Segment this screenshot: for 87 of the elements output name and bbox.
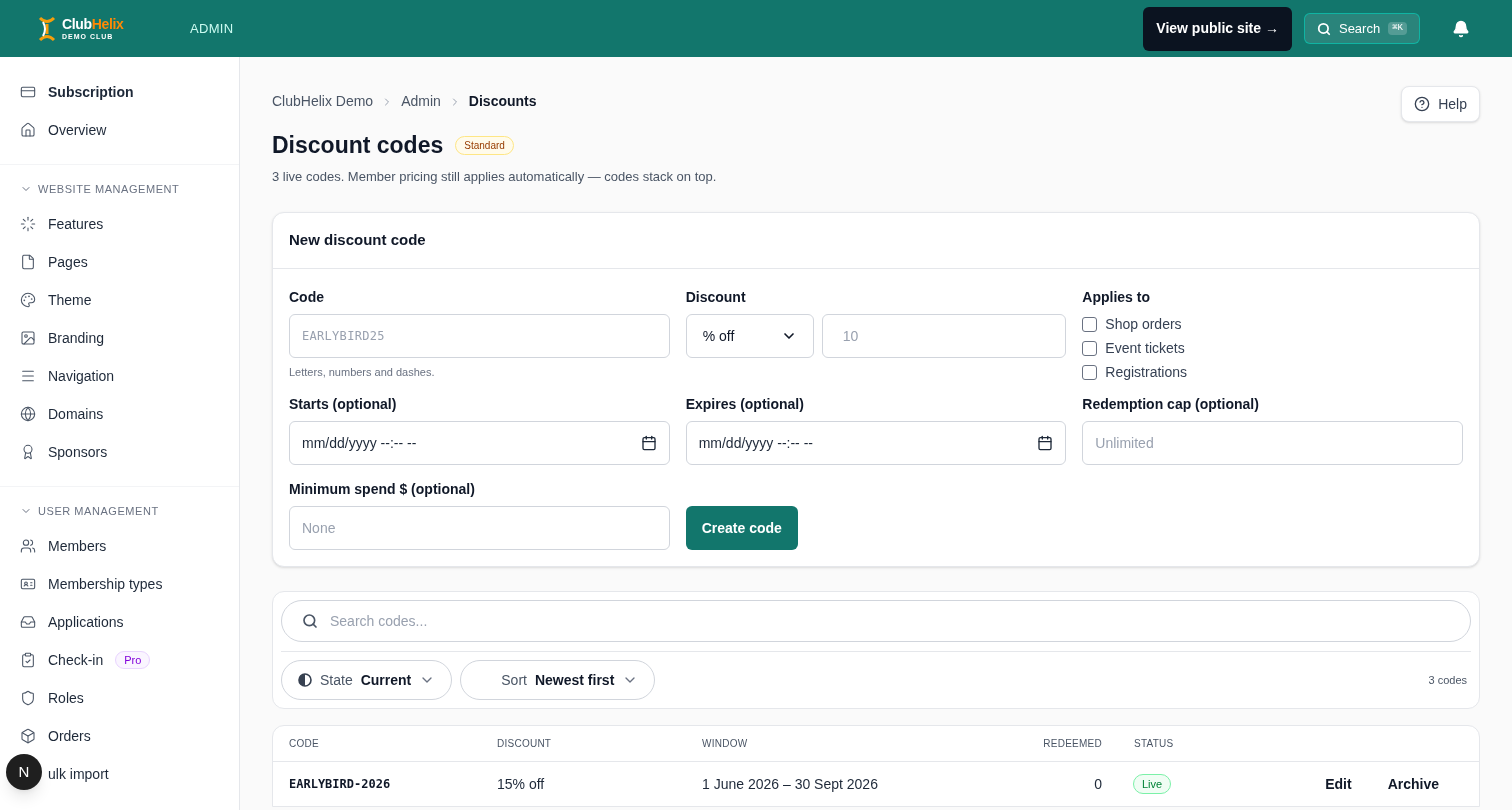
sidebar-item[interactable]: Membership types <box>48 573 163 595</box>
table-cell-text: 1 June 2026 – 30 Sept 2026 <box>702 774 879 794</box>
search-icon <box>1316 21 1331 36</box>
palette-icon <box>20 292 36 308</box>
column-header: REDEEMED <box>1042 737 1102 751</box>
calendar-icon[interactable] <box>1037 435 1054 451</box>
users-icon <box>20 538 36 554</box>
breadcrumb-link[interactable]: Discounts <box>468 91 537 112</box>
result-count: 3 codes <box>1428 672 1468 688</box>
checkbox[interactable] <box>1082 364 1098 380</box>
sidebar-item[interactable]: Navigation <box>48 365 115 387</box>
field-label: Applies to <box>1082 288 1151 307</box>
sidebar-item[interactable]: Domains <box>48 403 104 425</box>
logo-icon <box>38 15 56 42</box>
sidebar-item[interactable]: Orders <box>48 725 91 747</box>
field-hint: Letters, numbers and dashes. <box>289 365 436 380</box>
sidebar-item[interactable]: Subscription <box>48 81 134 103</box>
code-cell-text: EARLYBIRD-2026 <box>289 776 392 793</box>
house-icon <box>20 122 36 138</box>
id-card-icon <box>20 576 36 592</box>
image-icon <box>20 330 36 346</box>
table-cell-text: 0 <box>1093 774 1102 794</box>
breadcrumb-link[interactable]: Admin <box>401 91 441 112</box>
sparkle-icon <box>20 216 36 232</box>
box-icon <box>20 728 36 744</box>
breadcrumb-link[interactable]: ClubHelix Demo <box>272 91 374 112</box>
bell-icon[interactable] <box>1452 19 1470 38</box>
globe-icon <box>20 406 36 422</box>
column-header: WINDOW <box>702 737 749 751</box>
avatar-button[interactable]: N <box>6 754 42 790</box>
menu-icon <box>20 368 36 384</box>
row-action-link[interactable]: Edit <box>1325 773 1352 795</box>
calendar-icon[interactable] <box>640 435 657 451</box>
search-button[interactable]: Search ⌘K <box>1303 13 1420 44</box>
input-field[interactable]: mm/dd/yyyy --:-- -- <box>289 421 670 465</box>
plan-badge: Standard <box>455 135 514 155</box>
sidebar-item[interactable]: Applications <box>48 611 124 633</box>
pro-badge: Pro <box>115 650 151 670</box>
checkbox-label: Shop orders <box>1105 314 1182 334</box>
sidebar-item[interactable]: Sponsors <box>48 441 108 463</box>
field-label: Code <box>289 288 325 307</box>
checkbox[interactable] <box>1082 316 1098 332</box>
shortcut-key: ⌘K <box>1388 21 1407 36</box>
checkbox[interactable] <box>1082 340 1098 356</box>
help-button[interactable]: Help <box>1401 86 1480 122</box>
row-action-link[interactable]: Archive <box>1387 773 1439 795</box>
checkbox-label: Event tickets <box>1105 338 1185 358</box>
table-cell-text: 15% off <box>497 774 546 794</box>
sidebar-item[interactable]: ulk import <box>48 763 109 785</box>
sidebar-item[interactable]: Theme <box>48 289 92 311</box>
half-circle-icon <box>298 673 312 687</box>
logo-text: ClubHelix <box>62 17 124 31</box>
sidebar-item[interactable]: Overview <box>48 119 107 141</box>
discount-type-select[interactable]: % off <box>685 314 814 358</box>
help-icon <box>1414 96 1431 112</box>
field-label: Discount <box>685 288 747 307</box>
field-label: Starts (optional) <box>289 395 398 414</box>
sidebar-item[interactable]: Features <box>48 213 104 235</box>
sidebar-item[interactable]: Check-in <box>48 649 104 671</box>
field-label: Minimum spend $ (optional) <box>289 480 476 499</box>
sidebar-item[interactable]: Branding <box>48 327 105 349</box>
create-code-button[interactable]: Create code <box>685 506 798 550</box>
search-icon <box>302 613 318 629</box>
field-label: Redemption cap (optional) <box>1082 395 1260 414</box>
column-header: CODE <box>289 737 320 751</box>
section-heading[interactable]: WEBSITE MANAGEMENT <box>38 180 180 198</box>
ribbon-icon <box>20 444 36 460</box>
checkbox-label: Registrations <box>1105 362 1188 382</box>
shield-icon <box>20 690 36 706</box>
section-heading[interactable]: USER MANAGEMENT <box>38 502 159 520</box>
column-header: DISCOUNT <box>497 737 553 751</box>
sidebar-item[interactable]: Members <box>48 535 107 557</box>
column-header: STATUS <box>1133 737 1175 751</box>
card-icon <box>20 84 36 100</box>
field-label: Expires (optional) <box>685 395 805 414</box>
card-title: New discount code <box>289 230 426 251</box>
view-site-button[interactable]: View public site → <box>1143 6 1292 51</box>
clipboard-icon <box>20 652 36 668</box>
page-subtitle: 3 live codes. Member pricing still applies automatically — codes stack on top. <box>272 167 718 186</box>
sidebar-item[interactable]: Roles <box>48 687 84 709</box>
section-label: ADMIN <box>190 19 234 38</box>
file-icon <box>20 254 36 270</box>
input-field[interactable]: mm/dd/yyyy --:-- -- <box>685 421 1067 465</box>
status-badge: Live <box>1133 773 1172 795</box>
page-title: Discount codes <box>272 131 444 160</box>
sidebar-item[interactable]: Pages <box>48 251 88 273</box>
inbox-icon <box>20 614 36 630</box>
